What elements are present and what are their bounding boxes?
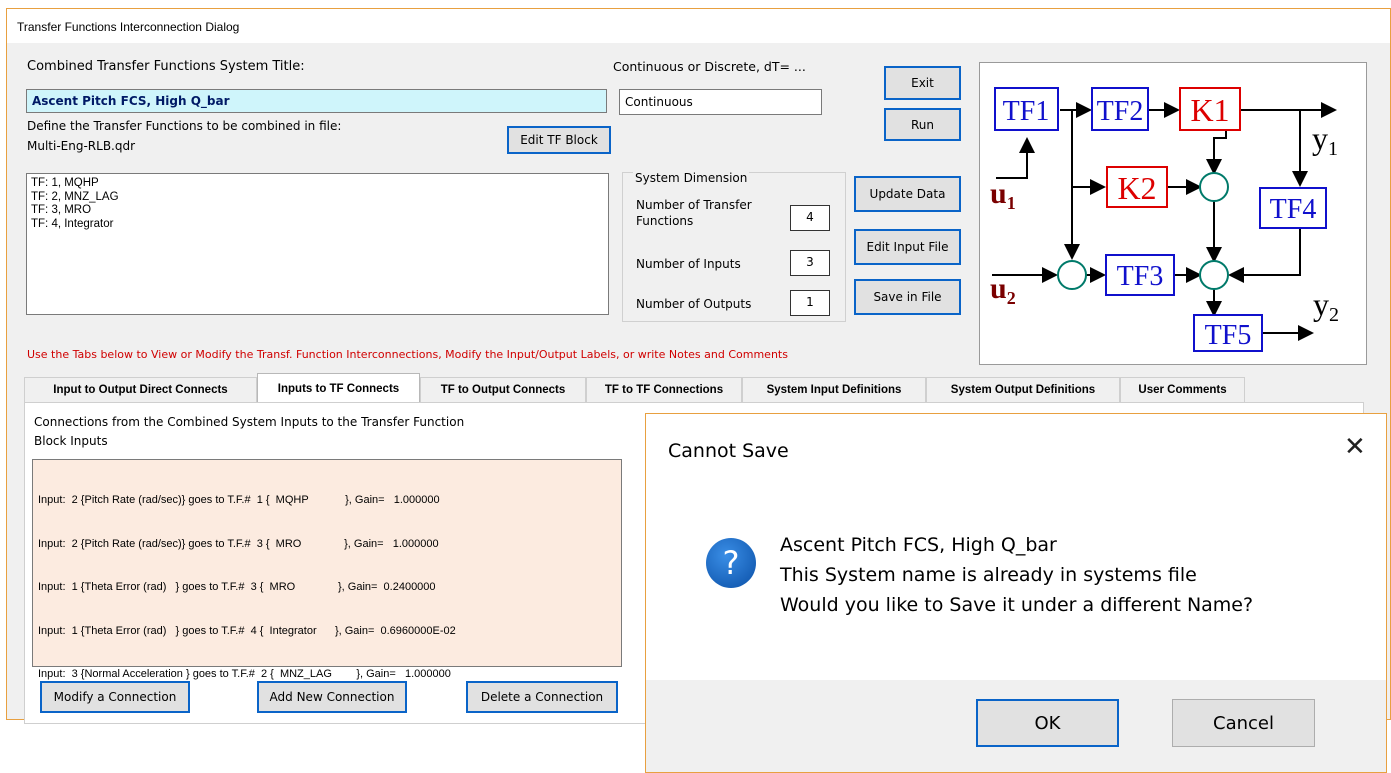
summing-junction — [1057, 260, 1087, 290]
delete-connection-button[interactable]: Delete a Connection — [466, 681, 618, 713]
edit-tf-block-button[interactable]: Edit TF Block — [507, 126, 611, 154]
list-item[interactable]: Input: 2 {Pitch Rate (rad/sec)} goes to … — [38, 537, 616, 552]
output-y1-label: y1 — [1312, 120, 1338, 160]
system-title-input[interactable]: Ascent Pitch FCS, High Q_bar — [26, 89, 607, 113]
panel-heading: Connections from the Combined System Inp… — [34, 415, 465, 429]
list-item[interactable]: TF: 2, MNZ_LAG — [31, 191, 604, 205]
summing-junction — [1199, 172, 1229, 202]
define-tf-label: Define the Transfer Functions to be comb… — [27, 119, 342, 133]
block-label: TF3 — [1117, 261, 1164, 292]
list-item[interactable]: Input: 3 {Normal Acceleration } goes to … — [38, 667, 616, 682]
question-icon: ? — [706, 538, 756, 588]
dialog-body: Cannot Save ✕ ? Ascent Pitch FCS, High Q… — [646, 414, 1386, 680]
block-label: K2 — [1117, 170, 1156, 206]
dialog-message-line1: Ascent Pitch FCS, High Q_bar — [780, 534, 1057, 556]
list-item[interactable]: Input: 2 {Pitch Rate (rad/sec)} goes to … — [38, 493, 616, 508]
system-dimension-group: System Dimension Number of Transfer Func… — [622, 171, 846, 322]
tab-tf-to-output[interactable]: TF to Output Connects — [420, 377, 586, 402]
input-u2-label: u2 — [990, 272, 1016, 308]
run-button[interactable]: Run — [884, 108, 961, 141]
tf-list[interactable]: TF: 1, MQHP TF: 2, MNZ_LAG TF: 3, MRO TF… — [26, 173, 609, 315]
dialog-message-line2: This System name is already in systems f… — [780, 564, 1197, 586]
ok-button[interactable]: OK — [976, 699, 1119, 747]
title-bar: Transfer Functions Interconnection Dialo… — [7, 9, 1390, 43]
close-icon[interactable]: ✕ — [1344, 432, 1366, 462]
window-title: Transfer Functions Interconnection Dialo… — [17, 20, 240, 34]
file-name: Multi-Eng-RLB.qdr — [27, 139, 136, 153]
block-label: TF5 — [1205, 320, 1252, 351]
tab-system-output-definitions[interactable]: System Output Definitions — [926, 377, 1120, 402]
num-outputs-label: Number of Outputs — [636, 297, 752, 311]
block-diagram-svg: TF1 TF2 K1 K2 TF4 TF3 TF5 u1 u2 y1 y2 — [990, 87, 1339, 352]
hint-text: Use the Tabs below to View or Modify the… — [27, 348, 788, 361]
update-data-button[interactable]: Update Data — [854, 176, 961, 212]
cont-disc-label: Continuous or Discrete, dT= ... — [613, 59, 806, 74]
panel-heading-line2: Block Inputs — [34, 434, 108, 448]
list-item[interactable]: TF: 1, MQHP — [31, 177, 604, 191]
tab-input-to-output[interactable]: Input to Output Direct Connects — [24, 377, 257, 402]
block-label: TF2 — [1097, 96, 1144, 127]
block-label: TF1 — [1003, 96, 1050, 127]
output-y2-label: y2 — [1313, 286, 1339, 326]
block-label: TF4 — [1270, 194, 1317, 225]
exit-button[interactable]: Exit — [884, 66, 961, 100]
input-u1-label: u1 — [990, 177, 1016, 213]
dialog-message-line3: Would you like to Save it under a differ… — [780, 594, 1254, 616]
list-item[interactable]: Input: 1 {Theta Error (rad) } goes to T.… — [38, 580, 616, 595]
cont-disc-input[interactable]: Continuous — [619, 89, 822, 115]
list-item[interactable]: TF: 3, MRO — [31, 204, 604, 218]
num-outputs-field[interactable]: 1 — [790, 290, 830, 316]
tab-inputs-to-tf[interactable]: Inputs to TF Connects — [257, 373, 420, 403]
tab-system-input-definitions[interactable]: System Input Definitions — [742, 377, 926, 402]
modify-connection-button[interactable]: Modify a Connection — [40, 681, 190, 713]
list-item[interactable]: Input: 1 {Theta Error (rad) } goes to T.… — [38, 624, 616, 639]
dialog-title: Cannot Save — [668, 440, 789, 462]
num-tf-label: Number of Transfer Functions — [636, 198, 752, 228]
edit-input-file-button[interactable]: Edit Input File — [854, 229, 961, 265]
connection-list[interactable]: Input: 2 {Pitch Rate (rad/sec)} goes to … — [32, 459, 622, 680]
cannot-save-dialog: Cannot Save ✕ ? Ascent Pitch FCS, High Q… — [645, 413, 1387, 773]
save-in-file-button[interactable]: Save in File — [854, 279, 961, 315]
add-connection-button[interactable]: Add New Connection — [257, 681, 407, 713]
system-dimension-label: System Dimension — [633, 171, 750, 185]
list-item[interactable]: TF: 4, Integrator — [31, 218, 604, 232]
num-inputs-label: Number of Inputs — [636, 257, 741, 271]
num-inputs-field[interactable]: 3 — [790, 250, 830, 276]
tab-user-comments[interactable]: User Comments — [1120, 377, 1245, 402]
cancel-button[interactable]: Cancel — [1172, 699, 1315, 747]
block-diagram: TF1 TF2 K1 K2 TF4 TF3 TF5 u1 u2 y1 y2 — [979, 62, 1367, 365]
tab-tf-to-tf[interactable]: TF to TF Connections — [586, 377, 742, 402]
block-label: K1 — [1190, 92, 1229, 128]
num-tf-field[interactable]: 4 — [790, 205, 830, 231]
system-title-label: Combined Transfer Functions System Title… — [27, 59, 305, 74]
summing-junction — [1199, 260, 1229, 290]
